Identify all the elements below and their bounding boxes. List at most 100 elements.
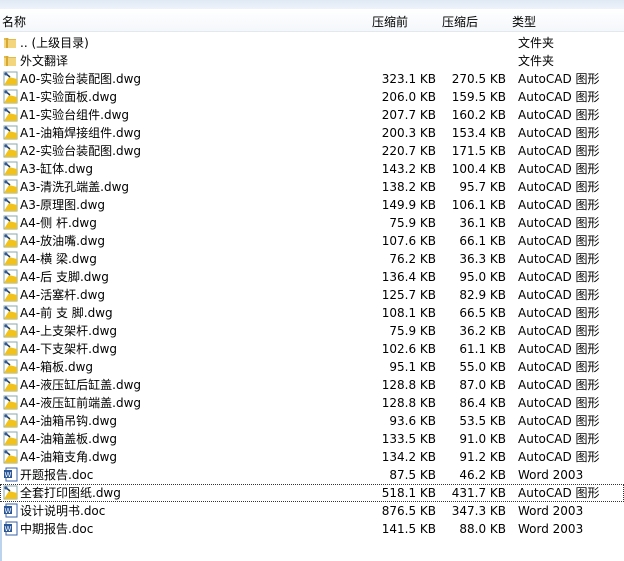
size-after: 91.2 KB (459, 450, 506, 464)
file-row[interactable]: A4-上支架杆.dwg 75.9 KB 36.2 KB AutoCAD 图形 (0, 322, 624, 340)
file-name: A3-缸体.dwg (20, 162, 94, 176)
file-type: AutoCAD 图形 (518, 414, 600, 428)
file-row[interactable]: .. (上级目录) 文件夹 (0, 34, 624, 52)
size-before: 75.9 KB (389, 216, 436, 230)
file-row[interactable]: A4-侧 杆.dwg 75.9 KB 36.1 KB AutoCAD 图形 (0, 214, 624, 232)
file-name: A4-液压缸后缸盖.dwg (20, 378, 142, 392)
autocad-file-icon (3, 143, 18, 158)
file-row[interactable]: A4-下支架杆.dwg 102.6 KB 61.1 KB AutoCAD 图形 (0, 340, 624, 358)
file-row[interactable]: A1-实验台组件.dwg 207.7 KB 160.2 KB AutoCAD 图… (0, 106, 624, 124)
file-type: AutoCAD 图形 (518, 90, 600, 104)
size-before: 87.5 KB (389, 468, 436, 482)
size-before: 323.1 KB (381, 72, 436, 86)
file-type: Word 2003 (518, 522, 584, 536)
file-name: A4-油箱吊钩.dwg (20, 414, 118, 428)
column-header: 名称 压缩前 压缩后 类型 (0, 9, 624, 32)
autocad-file-icon (3, 323, 18, 338)
svg-text:W: W (5, 525, 12, 533)
file-name: A4-油箱盖板.dwg (20, 432, 118, 446)
autocad-file-icon (3, 485, 18, 500)
autocad-file-icon (3, 377, 18, 392)
size-before: 141.5 KB (381, 522, 436, 536)
file-row[interactable]: A2-实验台装配图.dwg 220.7 KB 171.5 KB AutoCAD … (0, 142, 624, 160)
file-type: AutoCAD 图形 (518, 288, 600, 302)
file-type: AutoCAD 图形 (518, 72, 600, 86)
file-row[interactable]: A0-实验台装配图.dwg 323.1 KB 270.5 KB AutoCAD … (0, 70, 624, 88)
file-type: AutoCAD 图形 (518, 108, 600, 122)
file-row[interactable]: A4-液压缸前端盖.dwg 128.8 KB 86.4 KB AutoCAD 图… (0, 394, 624, 412)
file-name: A4-放油嘴.dwg (20, 234, 106, 248)
size-before: 128.8 KB (381, 378, 436, 392)
file-row[interactable]: W 设计说明书.doc 876.5 KB 347.3 KB Word 2003 (0, 502, 624, 520)
word-doc-icon: W (3, 467, 18, 482)
size-after: 431.7 KB (451, 486, 506, 500)
file-row[interactable]: A3-原理图.dwg 149.9 KB 106.1 KB AutoCAD 图形 (0, 196, 624, 214)
file-type: AutoCAD 图形 (518, 306, 600, 320)
file-name: A0-实验台装配图.dwg (20, 72, 142, 86)
file-row[interactable]: A4-后 支脚.dwg 136.4 KB 95.0 KB AutoCAD 图形 (0, 268, 624, 286)
file-row[interactable]: A4-液压缸后缸盖.dwg 128.8 KB 87.0 KB AutoCAD 图… (0, 376, 624, 394)
file-row[interactable]: A4-油箱盖板.dwg 133.5 KB 91.0 KB AutoCAD 图形 (0, 430, 624, 448)
autocad-file-icon (3, 413, 18, 428)
file-name: A4-侧 杆.dwg (20, 216, 97, 230)
autocad-file-icon (3, 233, 18, 248)
file-row[interactable]: A3-清洗孔端盖.dwg 138.2 KB 95.7 KB AutoCAD 图形 (0, 178, 624, 196)
size-before: 200.3 KB (381, 126, 436, 140)
size-after: 53.5 KB (459, 414, 506, 428)
autocad-file-icon (3, 359, 18, 374)
size-before: 133.5 KB (381, 432, 436, 446)
file-name: A4-箱板.dwg (20, 360, 94, 374)
file-name: A4-活塞杆.dwg (20, 288, 106, 302)
file-type: AutoCAD 图形 (518, 126, 600, 140)
file-name: A4-油箱支角.dwg (20, 450, 118, 464)
file-name: A4-后 支脚.dwg (20, 270, 109, 284)
size-after: 66.5 KB (459, 306, 506, 320)
file-row[interactable]: W 中期报告.doc 141.5 KB 88.0 KB Word 2003 (0, 520, 624, 538)
file-name: A4-下支架杆.dwg (20, 342, 118, 356)
file-row[interactable]: W 开题报告.doc 87.5 KB 46.2 KB Word 2003 (0, 466, 624, 484)
size-after: 82.9 KB (459, 288, 506, 302)
file-row[interactable]: 全套打印图纸.dwg 518.1 KB 431.7 KB AutoCAD 图形 (0, 484, 624, 502)
folder-icon (3, 53, 18, 68)
file-name: 外文翻译 (20, 54, 69, 68)
size-after: 95.7 KB (459, 180, 506, 194)
file-type: Word 2003 (518, 504, 584, 518)
autocad-file-icon (3, 251, 18, 266)
file-row[interactable]: A4-油箱支角.dwg 134.2 KB 91.2 KB AutoCAD 图形 (0, 448, 624, 466)
column-size-before[interactable]: 压缩前 (372, 13, 408, 30)
file-row[interactable]: A4-油箱吊钩.dwg 93.6 KB 53.5 KB AutoCAD 图形 (0, 412, 624, 430)
autocad-file-icon (3, 107, 18, 122)
autocad-file-icon (3, 71, 18, 86)
file-type: AutoCAD 图形 (518, 396, 600, 410)
file-row[interactable]: A4-活塞杆.dwg 125.7 KB 82.9 KB AutoCAD 图形 (0, 286, 624, 304)
file-row[interactable]: A3-缸体.dwg 143.2 KB 100.4 KB AutoCAD 图形 (0, 160, 624, 178)
file-type: AutoCAD 图形 (518, 270, 600, 284)
file-row[interactable]: A4-箱板.dwg 95.1 KB 55.0 KB AutoCAD 图形 (0, 358, 624, 376)
size-after: 153.4 KB (451, 126, 506, 140)
column-name[interactable]: 名称 (2, 13, 26, 30)
file-type: AutoCAD 图形 (518, 450, 600, 464)
file-row[interactable]: A4-放油嘴.dwg 107.6 KB 66.1 KB AutoCAD 图形 (0, 232, 624, 250)
size-after: 347.3 KB (451, 504, 506, 518)
size-after: 88.0 KB (459, 522, 506, 536)
size-before: 876.5 KB (381, 504, 436, 518)
autocad-file-icon (3, 287, 18, 302)
autocad-file-icon (3, 395, 18, 410)
size-after: 66.1 KB (459, 234, 506, 248)
file-name: A3-原理图.dwg (20, 198, 106, 212)
size-before: 93.6 KB (389, 414, 436, 428)
size-after: 86.4 KB (459, 396, 506, 410)
file-name: A3-清洗孔端盖.dwg (20, 180, 130, 194)
column-size-after[interactable]: 压缩后 (442, 13, 478, 30)
file-row[interactable]: 外文翻译 文件夹 (0, 52, 624, 70)
word-doc-icon: W (3, 521, 18, 536)
file-row[interactable]: A4-横 梁.dwg 76.2 KB 36.3 KB AutoCAD 图形 (0, 250, 624, 268)
column-type[interactable]: 类型 (512, 13, 536, 30)
file-row[interactable]: A4-前 支 脚.dwg 108.1 KB 66.5 KB AutoCAD 图形 (0, 304, 624, 322)
size-before: 220.7 KB (381, 144, 436, 158)
file-type: AutoCAD 图形 (518, 486, 600, 500)
file-name: A4-液压缸前端盖.dwg (20, 396, 142, 410)
file-name: A4-上支架杆.dwg (20, 324, 118, 338)
file-row[interactable]: A1-油箱焊接组件.dwg 200.3 KB 153.4 KB AutoCAD … (0, 124, 624, 142)
file-row[interactable]: A1-实验面板.dwg 206.0 KB 159.5 KB AutoCAD 图形 (0, 88, 624, 106)
